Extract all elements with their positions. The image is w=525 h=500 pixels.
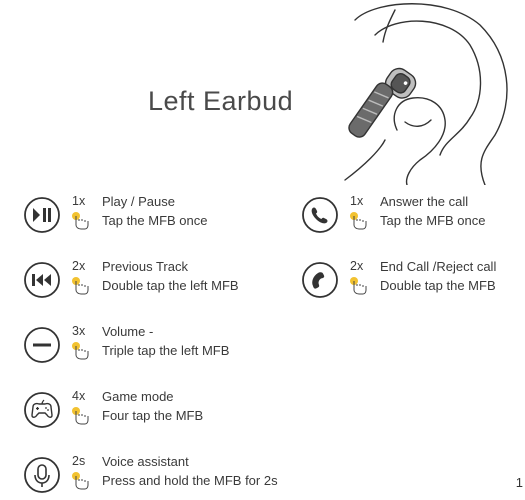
tap-count: 1x [72, 194, 86, 208]
action-description: Press and hold the MFB for 2s [102, 473, 278, 488]
control-item-answer-call: 1x Answer the call Tap the MFB once [300, 194, 525, 239]
game-controller-icon [24, 392, 60, 428]
action-description: Tap the MFB once [102, 213, 208, 228]
page-number: 1 [515, 475, 523, 490]
tap-hand-icon [350, 277, 367, 295]
control-item-end-call: 2x End Call /Reject call Double tap the … [300, 259, 525, 304]
tap-hand-icon [72, 472, 89, 490]
action-description: Four tap the MFB [102, 408, 204, 423]
ear-with-earbud-and-finger-icon [344, 3, 508, 185]
action-label: Answer the call [380, 194, 469, 209]
microphone-icon [24, 457, 60, 493]
tap-count: 1x [350, 194, 364, 208]
action-description: Double tap the left MFB [102, 278, 239, 293]
hold-duration: 2s [72, 454, 86, 468]
tap-count: 2x [72, 259, 86, 273]
play-pause-icon [24, 197, 60, 233]
tap-hand-icon [72, 342, 89, 360]
tap-count: 3x [72, 324, 86, 338]
volume-down-icon [24, 327, 60, 363]
action-label: Play / Pause [102, 194, 175, 209]
tap-hand-icon [350, 212, 367, 230]
control-item-voice-assistant: 2s Voice assistant Press and hold the MF… [22, 454, 278, 499]
tap-hand-icon [72, 407, 89, 425]
action-description: Double tap the MFB [380, 278, 496, 293]
action-label: End Call /Reject call [380, 259, 497, 274]
tap-hand-icon [72, 212, 89, 230]
action-label: Voice assistant [102, 454, 189, 469]
tap-hand-icon [72, 277, 89, 295]
end-call-icon [302, 262, 338, 298]
action-label: Previous Track [102, 259, 188, 274]
page-title: Left Earbud [148, 86, 294, 116]
tap-count: 2x [350, 259, 364, 273]
tap-count: 4x [72, 389, 86, 403]
control-item-play-pause: 1x Play / Pause Tap the MFB once [22, 194, 272, 239]
control-item-game-mode: 4x Game mode Four tap the MFB [22, 389, 272, 434]
previous-track-icon [24, 262, 60, 298]
action-label: Volume - [102, 324, 154, 339]
control-item-volume-down: 3x Volume - Triple tap the left MFB [22, 324, 272, 369]
action-label: Game mode [102, 389, 174, 404]
answer-call-icon [302, 197, 338, 233]
control-item-previous-track: 2x Previous Track Double tap the left MF… [22, 259, 272, 304]
action-description: Triple tap the left MFB [102, 343, 230, 358]
action-description: Tap the MFB once [380, 213, 486, 228]
